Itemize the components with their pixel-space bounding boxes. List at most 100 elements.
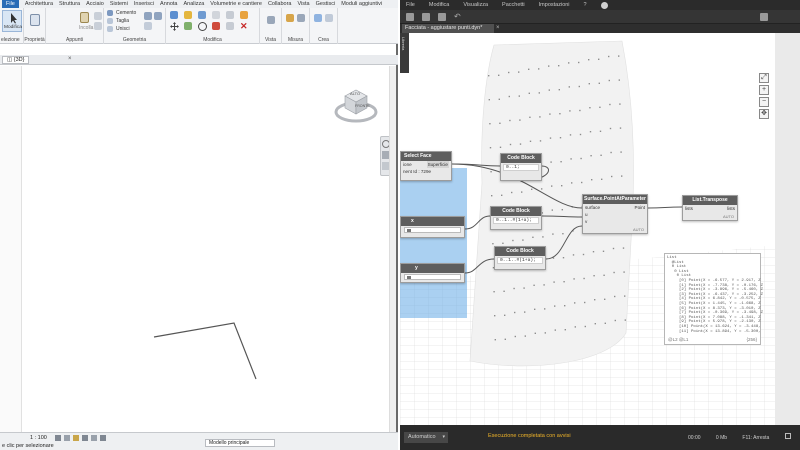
view-icon[interactable] xyxy=(267,16,275,24)
port-lists-in[interactable]: lists xyxy=(685,205,693,212)
stop-shortcut[interactable]: F11: Arresta xyxy=(742,435,769,441)
code-input[interactable]: 0..1; xyxy=(503,164,539,171)
menu-sistemi[interactable]: Sistemi xyxy=(110,1,128,7)
zoom-fit-icon[interactable]: ⤢ xyxy=(759,73,769,83)
crop-view-icon[interactable] xyxy=(91,435,97,441)
offset-icon[interactable] xyxy=(184,11,192,19)
cope-icon[interactable] xyxy=(107,10,113,16)
move-icon[interactable] xyxy=(170,22,179,31)
port-v[interactable]: v xyxy=(583,218,633,225)
array-icon[interactable] xyxy=(226,11,234,19)
slider-x-thumb[interactable] xyxy=(407,229,411,232)
library-toggle[interactable]: Libreria xyxy=(400,33,409,73)
view-tab-3d[interactable]: ◫ {3D} xyxy=(2,56,30,64)
geometry-tool-icon[interactable] xyxy=(144,12,152,20)
save-icon[interactable] xyxy=(438,13,446,21)
geometry-tool-icon-2[interactable] xyxy=(154,12,162,20)
menu-collabora[interactable]: Collabora xyxy=(268,1,292,7)
node-code-block-1[interactable]: Code Block 0..1; xyxy=(500,153,542,181)
dyn-menu-modifica[interactable]: Modifica xyxy=(429,2,449,8)
layout-icon[interactable] xyxy=(784,433,791,439)
active-workset-field[interactable]: Modello principale xyxy=(205,439,275,447)
slider-y-track[interactable] xyxy=(404,274,461,280)
port-u[interactable]: u xyxy=(583,211,633,218)
node-code-block-2[interactable]: Code Block 0..1..#(1+a); xyxy=(490,206,542,230)
slider-y-thumb[interactable] xyxy=(407,276,411,279)
delete-icon[interactable]: ✕ xyxy=(240,22,248,31)
selection-group[interactable] xyxy=(400,168,467,318)
node-slider-y[interactable]: y xyxy=(400,263,465,283)
copy-element-icon[interactable] xyxy=(184,22,192,30)
dyn-menu-visualizza[interactable]: Visualizza xyxy=(463,2,488,8)
node-list-transpose[interactable]: List.Transpose lists lists AUTO xyxy=(682,195,738,221)
code-input[interactable]: 0..1..#(1+a); xyxy=(493,217,539,224)
node-code-block-3[interactable]: Code Block 0..1..#(1+a); xyxy=(494,246,546,270)
cut-geometry-icon[interactable] xyxy=(107,18,113,24)
hide-isolate-icon[interactable] xyxy=(100,435,106,441)
trim-icon[interactable] xyxy=(212,11,220,19)
scale-label[interactable]: 1 : 100 xyxy=(30,435,47,441)
viewcube[interactable]: ALTO FRONTE xyxy=(333,82,379,128)
menu-gestisci[interactable]: Gestisci xyxy=(316,1,336,7)
dyn-menu-file[interactable]: File xyxy=(406,2,415,8)
file-tab[interactable]: Facciata - aggiustare punti.dyn* xyxy=(402,24,494,33)
shadows-icon[interactable] xyxy=(82,435,88,441)
pin-icon[interactable] xyxy=(240,11,248,19)
undo-icon[interactable]: ↶ xyxy=(454,13,462,21)
zoom-out-icon[interactable]: − xyxy=(759,97,769,107)
sun-path-icon[interactable] xyxy=(73,435,79,441)
dyn-menu-impostazioni[interactable]: Impostazioni xyxy=(539,2,570,8)
preview-bubble[interactable]: List @List 0 List 0 List 0 List [0] Poin… xyxy=(664,253,763,345)
node-slider-x[interactable]: x xyxy=(400,216,465,238)
dimension-icon[interactable] xyxy=(297,14,305,22)
vertical-scrollbar[interactable] xyxy=(389,66,396,432)
paste-icon[interactable] xyxy=(80,12,89,23)
measure-icon[interactable] xyxy=(286,14,294,22)
file-menu[interactable]: File xyxy=(2,0,19,8)
modify-button[interactable]: Modifica xyxy=(2,10,22,32)
notification-icon[interactable] xyxy=(600,1,608,9)
node-select-face[interactable]: Select Face ione Superficie nent Id : 72… xyxy=(400,151,452,181)
menu-architettura[interactable]: Architettura xyxy=(25,1,53,7)
run-mode-dropdown[interactable]: Automatico ▾ xyxy=(404,432,448,443)
menu-vista[interactable]: Vista xyxy=(297,1,309,7)
close-icon[interactable]: × xyxy=(68,56,72,62)
align-icon[interactable] xyxy=(170,11,178,19)
port-point-out[interactable]: Point xyxy=(633,204,647,211)
cut-icon[interactable] xyxy=(94,12,102,20)
node-surface-point-at-parameter[interactable]: Surface.PointAtParameter surface u v Poi… xyxy=(582,194,648,234)
menu-analizza[interactable]: Analizza xyxy=(183,1,204,7)
menu-inserisci[interactable]: Inserisci xyxy=(134,1,154,7)
visual-style-icon[interactable] xyxy=(64,435,70,441)
mirror-icon[interactable] xyxy=(198,11,206,19)
join-icon[interactable] xyxy=(107,26,113,32)
copy-icon[interactable] xyxy=(94,22,102,30)
rotate-icon[interactable] xyxy=(198,22,207,31)
split-icon[interactable] xyxy=(212,22,220,30)
port-lists-out[interactable]: lists xyxy=(727,205,735,212)
slider-x-track[interactable] xyxy=(404,227,461,233)
screenshot-icon[interactable] xyxy=(760,13,768,21)
create-icon[interactable] xyxy=(314,14,322,22)
dyn-menu-pacchetti[interactable]: Pacchetti xyxy=(502,2,525,8)
scale-icon[interactable] xyxy=(226,22,234,30)
pan-icon[interactable]: ✥ xyxy=(759,109,769,119)
menu-acciaio[interactable]: Acciaio xyxy=(86,1,104,7)
code-input[interactable]: 0..1..#(1+a); xyxy=(497,257,543,264)
open-file-icon[interactable] xyxy=(422,13,430,21)
detail-level-icon[interactable] xyxy=(55,435,61,441)
menu-struttura[interactable]: Struttura xyxy=(59,1,80,7)
menu-moduli[interactable]: Moduli aggiuntivi xyxy=(341,1,382,7)
menu-volumetrie[interactable]: Volumetrie e cantiere xyxy=(210,1,262,7)
menu-annota[interactable]: Annota xyxy=(160,1,177,7)
dyn-menu-help[interactable]: ? xyxy=(584,2,587,8)
zoom-in-icon[interactable]: + xyxy=(759,85,769,95)
properties-icon[interactable] xyxy=(30,14,40,26)
port-surface[interactable]: surface xyxy=(583,204,633,211)
geometry-tool-icon-3[interactable] xyxy=(144,22,152,30)
port-out-surface[interactable]: Superficie xyxy=(426,161,449,168)
create-icon-2[interactable] xyxy=(325,14,333,22)
close-tab-icon[interactable]: × xyxy=(496,24,500,33)
new-file-icon[interactable] xyxy=(406,13,414,21)
dynamo-canvas[interactable]: Libreria Select Face ione Superficie nen… xyxy=(400,33,775,425)
